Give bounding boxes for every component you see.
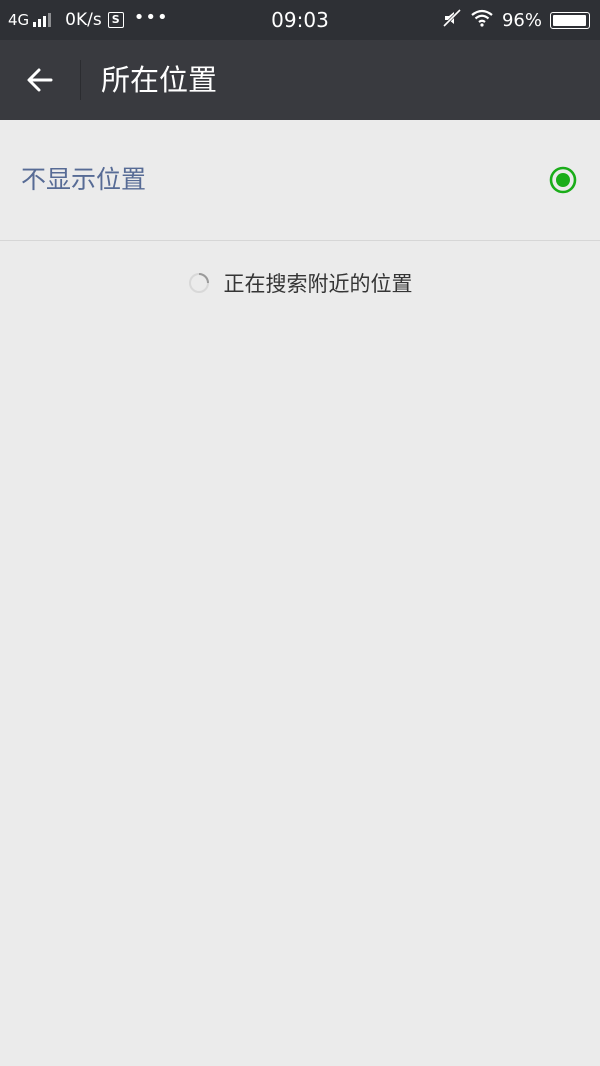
loading-text: 正在搜索附近的位置: [223, 272, 413, 296]
loading-indicator: 正在搜索附近的位置: [0, 262, 600, 304]
wifi-icon: [470, 8, 494, 33]
hide-location-label: 不显示位置: [21, 165, 147, 194]
back-arrow-icon: [27, 68, 53, 92]
back-button[interactable]: [0, 40, 80, 120]
network-speed: 0K/s: [65, 10, 102, 30]
screen: 4G 0K/s S ••• 09:03 96% 所在位置 不显示位置 正在搜索附…: [0, 0, 600, 1066]
hide-location-option[interactable]: 不显示位置: [0, 120, 600, 240]
nav-bar: 所在位置: [0, 40, 600, 120]
radio-selected-icon: [549, 166, 577, 194]
status-bar: 4G 0K/s S ••• 09:03 96%: [0, 0, 600, 40]
more-notifications-icon: •••: [133, 6, 169, 28]
battery-icon: [550, 11, 590, 29]
page-title: 所在位置: [101, 63, 218, 97]
s-app-icon: S: [107, 12, 124, 28]
nav-divider: [80, 60, 81, 100]
mute-icon: [442, 8, 462, 33]
signal-icon: [33, 13, 52, 27]
spinner-icon: [188, 273, 209, 293]
battery-percent: 96%: [501, 9, 542, 31]
status-right: 96%: [442, 0, 590, 40]
network-type: 4G: [8, 11, 30, 29]
row-divider: [0, 240, 600, 241]
status-left: 4G 0K/s S •••: [8, 0, 169, 40]
